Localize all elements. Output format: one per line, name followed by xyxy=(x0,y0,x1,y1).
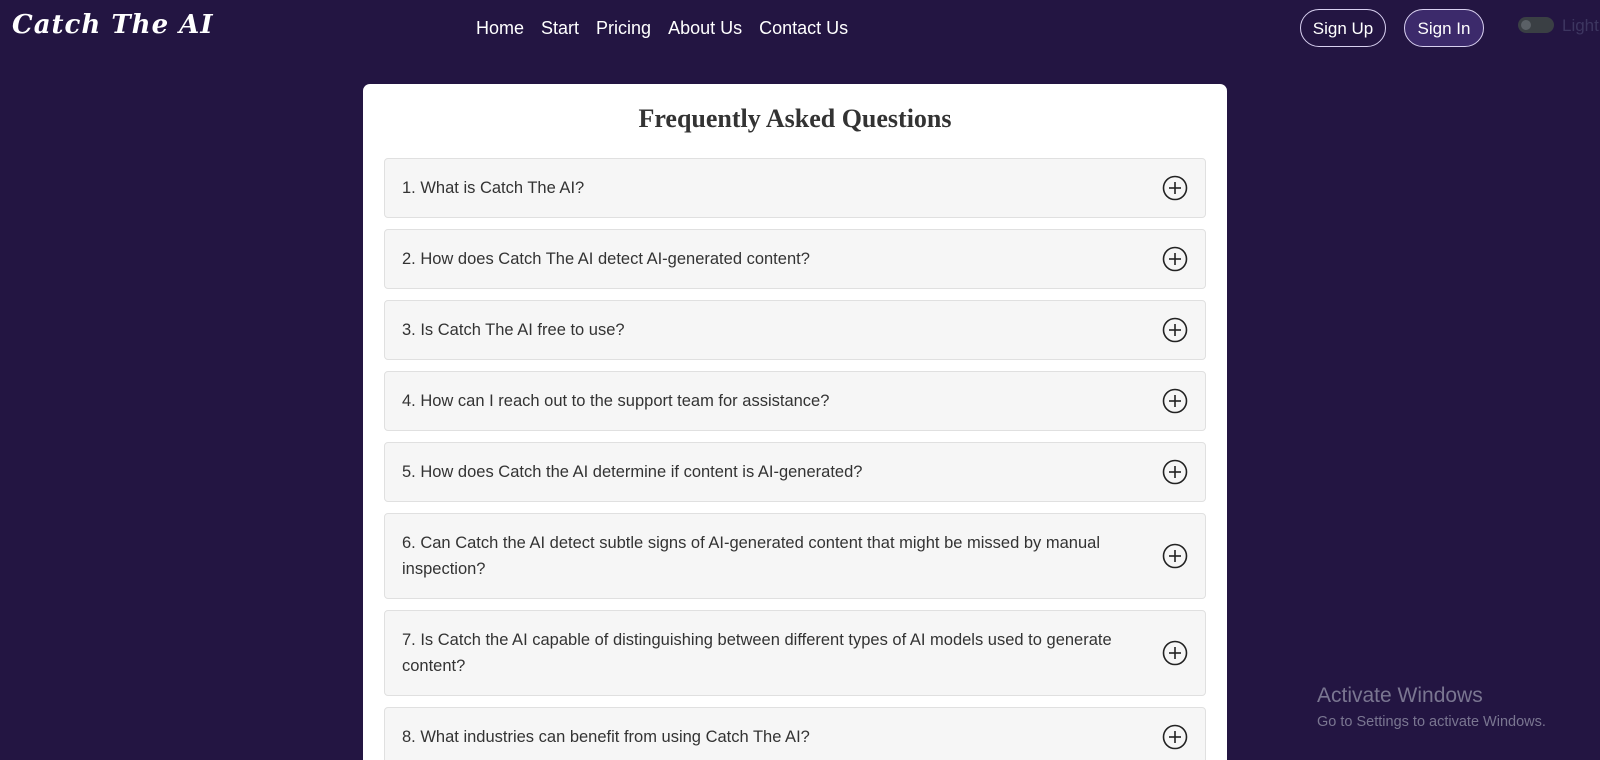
theme-toggle-label: Light xyxy=(1562,16,1599,35)
faq-question: 7. Is Catch the AI capable of distinguis… xyxy=(402,631,1112,675)
faq-title: Frequently Asked Questions xyxy=(638,104,952,133)
faq-item[interactable]: 3. Is Catch The AI free to use? xyxy=(384,300,1206,360)
faq-question: 1. What is Catch The AI? xyxy=(402,179,585,197)
nav-start[interactable]: Start xyxy=(541,18,579,39)
nav-home[interactable]: Home xyxy=(476,18,524,39)
plus-circle-icon[interactable] xyxy=(1162,724,1188,750)
plus-circle-icon[interactable] xyxy=(1162,175,1188,201)
nav-about-us[interactable]: About Us xyxy=(668,18,742,39)
faq-question: 6. Can Catch the AI detect subtle signs … xyxy=(402,534,1100,578)
plus-circle-icon[interactable] xyxy=(1162,246,1188,272)
sign-in-button[interactable]: Sign In xyxy=(1404,9,1484,47)
activate-windows-subtitle: Go to Settings to activate Windows. xyxy=(1317,714,1546,730)
theme-toggle[interactable] xyxy=(1518,17,1554,33)
brand-logo[interactable]: Catch The AI xyxy=(12,10,214,40)
faq-item[interactable]: 2. How does Catch The AI detect AI-gener… xyxy=(384,229,1206,289)
nav-contact-us[interactable]: Contact Us xyxy=(759,18,848,39)
sign-up-button[interactable]: Sign Up xyxy=(1300,9,1386,47)
faq-item[interactable]: 4. How can I reach out to the support te… xyxy=(384,371,1206,431)
faq-question: 4. How can I reach out to the support te… xyxy=(402,392,830,410)
faq-item[interactable]: 7. Is Catch the AI capable of distinguis… xyxy=(384,610,1206,696)
faq-item[interactable]: 8. What industries can benefit from usin… xyxy=(384,707,1206,760)
plus-circle-icon[interactable] xyxy=(1162,543,1188,569)
faq-item[interactable]: 1. What is Catch The AI? xyxy=(384,158,1206,218)
faq-card: Frequently Asked Questions 1. What is Ca… xyxy=(363,84,1227,760)
plus-circle-icon[interactable] xyxy=(1162,640,1188,666)
plus-circle-icon[interactable] xyxy=(1162,388,1188,414)
faq-question: 5. How does Catch the AI determine if co… xyxy=(402,463,863,481)
activate-windows-title: Activate Windows xyxy=(1317,684,1483,707)
faq-question: 3. Is Catch The AI free to use? xyxy=(402,321,625,339)
faq-item[interactable]: 5. How does Catch the AI determine if co… xyxy=(384,442,1206,502)
top-navbar: Catch The AI Home Start Pricing About Us… xyxy=(0,0,1600,58)
main-nav: Home Start Pricing About Us Contact Us xyxy=(476,18,848,39)
plus-circle-icon[interactable] xyxy=(1162,317,1188,343)
plus-circle-icon[interactable] xyxy=(1162,459,1188,485)
toggle-knob xyxy=(1521,20,1531,30)
nav-pricing[interactable]: Pricing xyxy=(596,18,651,39)
faq-question: 8. What industries can benefit from usin… xyxy=(402,728,810,746)
faq-item[interactable]: 6. Can Catch the AI detect subtle signs … xyxy=(384,513,1206,599)
faq-question: 2. How does Catch The AI detect AI-gener… xyxy=(402,250,810,268)
